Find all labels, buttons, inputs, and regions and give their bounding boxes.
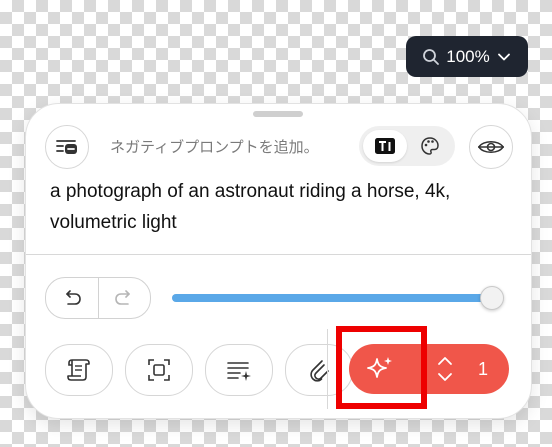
text-image-mode-button[interactable] (363, 130, 407, 162)
highlight-box (336, 326, 427, 409)
strength-slider[interactable] (172, 286, 504, 310)
redo-button[interactable] (98, 278, 150, 318)
text-image-icon (375, 138, 395, 154)
negative-prompt-input[interactable]: ネガティブプロンプトを追加。 (110, 136, 319, 157)
chevron-down-icon[interactable] (437, 372, 453, 382)
chevron-down-icon (497, 53, 510, 60)
focus-tool-button[interactable] (125, 344, 193, 396)
mode-toggle[interactable] (359, 126, 455, 166)
text-sparkle-icon (227, 362, 251, 381)
scroll-icon (67, 359, 90, 381)
undo-button[interactable] (46, 278, 98, 318)
generation-count: 1 (477, 358, 488, 379)
divider (26, 254, 531, 255)
slider-thumb[interactable] (479, 286, 504, 310)
undo-redo-group (45, 277, 151, 319)
toolbar-separator (327, 329, 328, 409)
focus-frame-icon (148, 359, 170, 381)
prompt-panel: ネガティブプロンプトを追加。 a photograph of an astron… (25, 103, 532, 419)
text-enhance-button[interactable] (205, 344, 273, 396)
negative-prompt-icon (56, 140, 77, 154)
zoom-control[interactable]: 100% (406, 36, 528, 77)
scroll-tool-button[interactable] (45, 344, 113, 396)
chevron-up-icon[interactable] (437, 356, 453, 366)
palette-icon (421, 137, 439, 155)
zoom-label: 100% (446, 46, 490, 66)
eye-icon (478, 140, 504, 154)
slider-fill (172, 294, 491, 302)
negative-prompt-button[interactable] (45, 125, 89, 169)
count-stepper[interactable] (427, 344, 463, 394)
search-icon (423, 48, 440, 65)
drag-handle[interactable] (253, 111, 303, 117)
palette-mode-button[interactable] (409, 130, 451, 162)
redo-icon (115, 290, 130, 305)
prompt-input[interactable]: a photograph of an astronaut riding a ho… (50, 176, 510, 238)
undo-icon (66, 290, 81, 305)
visibility-button[interactable] (469, 125, 513, 169)
